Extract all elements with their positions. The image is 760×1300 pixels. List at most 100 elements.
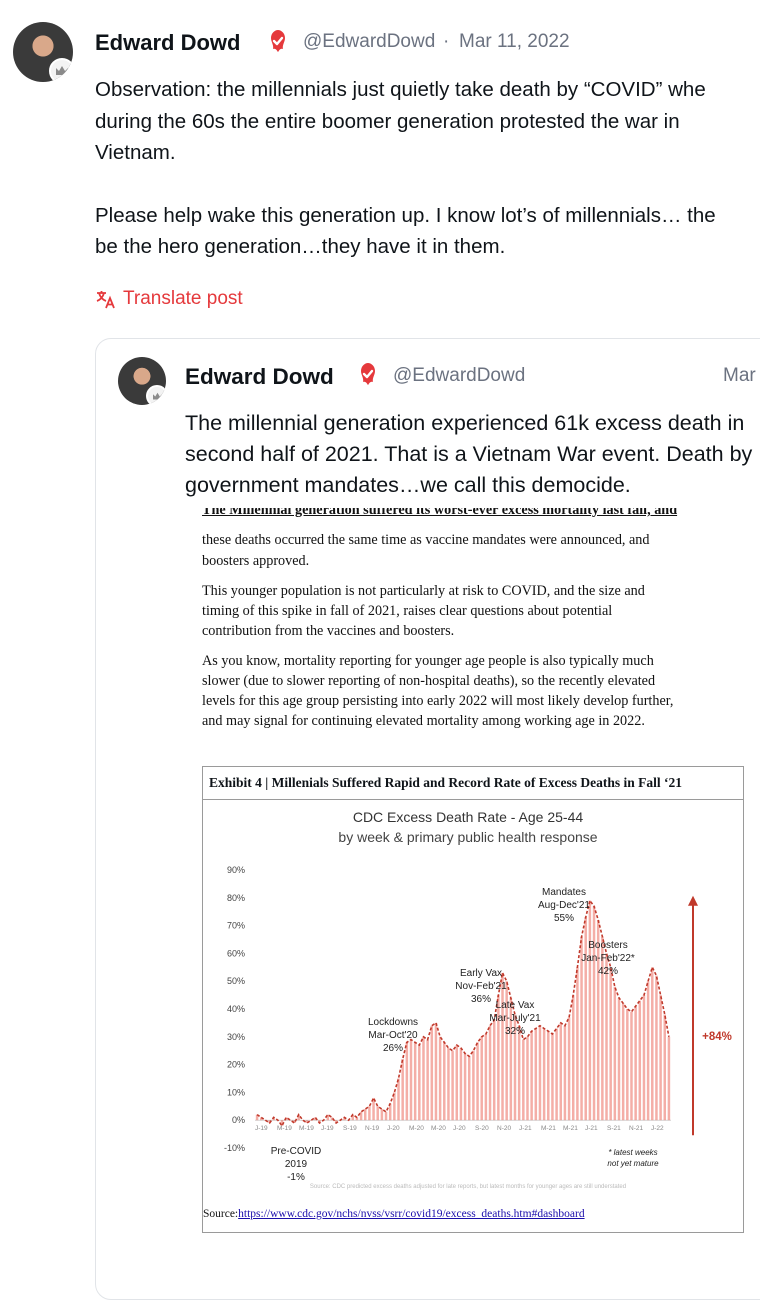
y-tick-label: 50%	[227, 976, 245, 986]
doc-para3-line4: and may signal for continuing elevated m…	[202, 713, 645, 729]
quoted-post-date[interactable]: Mar	[723, 365, 756, 387]
y-tick-label: 10%	[227, 1087, 245, 1097]
x-tick-label: N-20	[497, 1125, 511, 1132]
chart-bar	[538, 1025, 542, 1121]
chart-source-note: Source: CDC predicted excess deaths adju…	[310, 1184, 626, 1190]
chart-bar	[642, 995, 646, 1121]
x-tick-label: M-21	[541, 1125, 556, 1132]
chart-bar	[418, 1045, 421, 1121]
chart-bar	[584, 917, 587, 1121]
y-tick-label: 80%	[227, 893, 245, 903]
chart-bar	[534, 1028, 538, 1121]
affiliate-badge-icon	[49, 58, 73, 82]
change-label: +84%	[702, 1031, 732, 1043]
chart-bar	[472, 1050, 475, 1121]
quoted-document-image[interactable]: The Millennial generation suffered its w…	[187, 508, 760, 1281]
chart-bar	[413, 1042, 417, 1121]
chart-annotation-line: 36%	[471, 994, 491, 1005]
x-tick-label: M-19	[277, 1125, 292, 1132]
source-label: Source:	[203, 1208, 239, 1220]
chart-bar	[401, 1059, 404, 1121]
chart-annotation-line: Early Vax	[460, 968, 502, 979]
x-tick-label: S-21	[607, 1125, 621, 1132]
x-tick-label: J-19	[255, 1125, 268, 1132]
y-tick-label: 40%	[227, 1004, 245, 1014]
chart-annotation-line: Mar-July'21	[489, 1013, 541, 1024]
verified-badge-icon	[271, 30, 285, 52]
chart-bar	[663, 1014, 667, 1121]
chart-bar	[359, 1111, 363, 1121]
post-date[interactable]: Mar 11, 2022	[459, 31, 570, 53]
chart-bar	[405, 1042, 409, 1121]
doc-para2-line1: This younger population is not particula…	[202, 583, 645, 599]
chart-bar	[555, 1028, 558, 1121]
x-tick-label: S-19	[343, 1125, 357, 1132]
chart-bar	[609, 967, 612, 1121]
quoted-verified-badge-icon	[361, 363, 375, 385]
quoted-author-handle[interactable]: @EdwardDowd	[393, 365, 525, 387]
exhibit-box: Exhibit 4 | Millenials Suffered Rapid an…	[202, 766, 744, 1233]
footnote-line-1: * latest weeks	[608, 1148, 657, 1157]
chart-bar	[522, 1039, 525, 1121]
translate-post-button[interactable]: Translate post	[95, 288, 243, 310]
doc-para1-line1: The Millennial generation suffered its w…	[202, 508, 678, 518]
quoted-line-2: second half of 2021. That is a Vietnam W…	[185, 442, 753, 466]
post-line-3: Vietnam.	[95, 141, 176, 164]
chart-bar	[459, 1047, 463, 1121]
doc-para3-line2: slower (due to slower reporting of non-h…	[202, 673, 656, 689]
post-line-2: during the 60s the entire boomer generat…	[95, 110, 680, 133]
chart-bar	[438, 1036, 442, 1121]
footnote-line-2: not yet mature	[607, 1159, 659, 1168]
chart-bar	[646, 981, 650, 1121]
chart-bar	[592, 906, 596, 1121]
change-arrow-head	[688, 895, 698, 906]
post-line-1: Observation: the millennials just quietl…	[95, 78, 706, 101]
chart-bar	[480, 1036, 483, 1121]
chart-bar	[588, 900, 592, 1121]
chart-bar	[630, 1011, 633, 1121]
x-tick-label: S-20	[475, 1125, 489, 1132]
y-tick-label: 70%	[227, 921, 245, 931]
y-tick-label: 30%	[227, 1032, 245, 1042]
chart-bar	[605, 953, 608, 1121]
chart-annotation-line: Late Vax	[496, 1000, 535, 1011]
chart-bar	[655, 975, 658, 1121]
chart-bar	[634, 1006, 637, 1121]
chart-annotation-line: 2019	[285, 1159, 308, 1170]
chart-bar	[451, 1050, 454, 1121]
chart-annotation-line: Nov-Feb'21	[455, 981, 507, 992]
author-avatar[interactable]	[13, 22, 73, 82]
chart-bar	[559, 1022, 563, 1121]
y-tick-label: 0%	[232, 1115, 245, 1125]
y-tick-label: 90%	[227, 865, 245, 875]
doc-para2-line3: contribution from the vaccines and boost…	[202, 623, 455, 639]
quoted-author-avatar[interactable]	[118, 357, 166, 405]
chart-bar	[626, 1009, 629, 1121]
chart-bar	[517, 1025, 521, 1121]
chart-annotation-line: Lockdowns	[368, 1017, 418, 1028]
chart-bar	[567, 1017, 571, 1121]
y-tick-label: -10%	[224, 1143, 245, 1153]
chart-bar	[547, 1031, 550, 1121]
author-handle[interactable]: @EdwardDowd	[303, 31, 435, 53]
source-link[interactable]: https://www.cdc.gov/nchs/nvss/vsrr/covid…	[238, 1208, 584, 1220]
chart-bar	[484, 1034, 488, 1121]
chart-annotation-line: Aug-Dec'21	[538, 900, 590, 911]
chart-title: CDC Excess Death Rate - Age 25-44	[353, 809, 584, 825]
chart-bar	[363, 1109, 367, 1121]
author-name[interactable]: Edward Dowd	[95, 30, 240, 56]
chart-bar	[501, 972, 504, 1121]
chart-bar	[409, 1039, 413, 1121]
chart-bar	[530, 1031, 533, 1121]
chart-bar	[492, 1020, 496, 1121]
separator-dot: ·	[443, 31, 450, 52]
translate-label[interactable]: Translate post	[123, 288, 243, 310]
chart-bar	[667, 1036, 671, 1121]
x-tick-label: J-20	[453, 1125, 466, 1132]
exhibit-title: Exhibit 4 | Millenials Suffered Rapid an…	[203, 767, 743, 800]
quoted-author-name[interactable]: Edward Dowd	[185, 364, 334, 390]
quoted-affiliate-badge-icon	[146, 385, 166, 405]
chart-bar	[659, 995, 662, 1121]
chart-annotation-line: 26%	[383, 1043, 403, 1054]
chart-bar	[651, 967, 654, 1121]
